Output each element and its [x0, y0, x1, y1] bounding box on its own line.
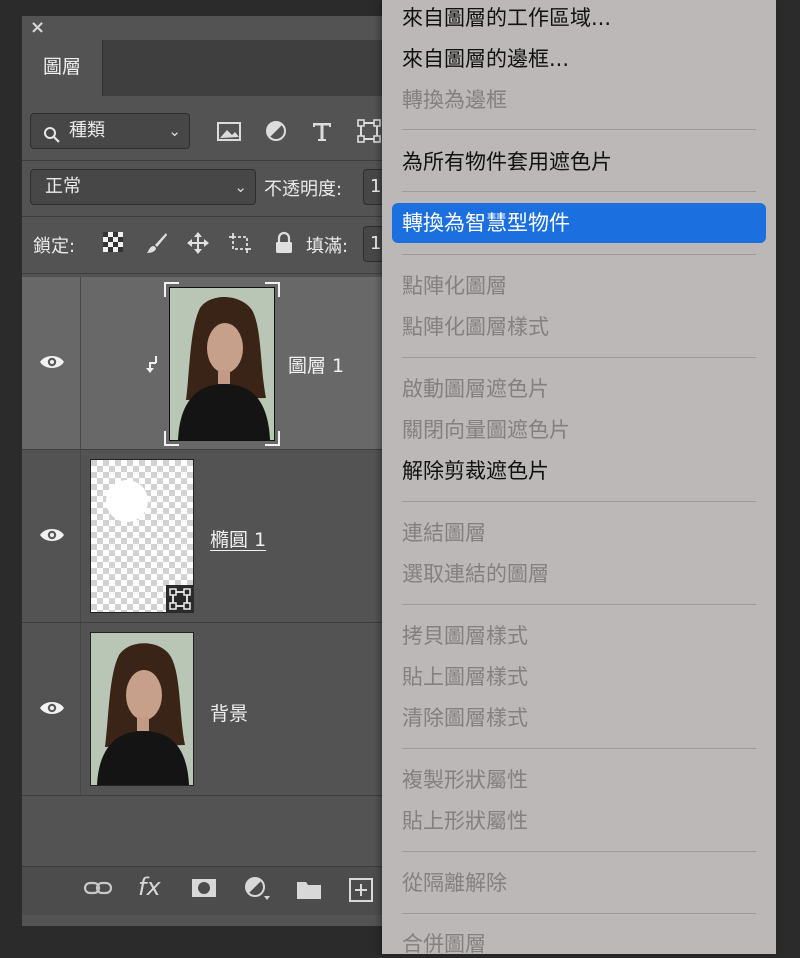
- layer-row-layer-1[interactable]: 圖層 1: [22, 277, 400, 450]
- layer-name[interactable]: 橢圓 1: [210, 525, 266, 552]
- menu-separator: [402, 913, 756, 914]
- menu-item-release-clipping-mask[interactable]: 解除剪裁遮色片: [402, 457, 549, 485]
- menu-item-rasterize-layer[interactable]: 點陣化圖層: [402, 272, 507, 300]
- menu-separator: [402, 851, 756, 852]
- layer-context-menu: 來自圖層的工作區域... 來自圖層的邊框... 轉換為邊框 為所有物件套用遮色片…: [382, 0, 776, 956]
- image-filter-icon[interactable]: [216, 118, 242, 144]
- divider: [22, 273, 400, 274]
- menu-item-frame-from-layers[interactable]: 來自圖層的邊框...: [402, 45, 569, 73]
- type-filter-icon[interactable]: [309, 118, 335, 144]
- eye-icon[interactable]: [39, 353, 65, 375]
- lock-transparent-pixels-icon[interactable]: [102, 231, 126, 255]
- close-panel-button[interactable]: ×: [30, 18, 45, 38]
- menu-separator: [402, 357, 756, 358]
- menu-separator: [402, 129, 756, 130]
- menu-item-copy-shape-attributes[interactable]: 複製形狀屬性: [402, 766, 528, 794]
- shape-filter-icon[interactable]: [356, 118, 382, 144]
- fill-label: 填滿:: [306, 236, 349, 257]
- lock-label: 鎖定:: [33, 236, 76, 257]
- menu-item-mask-all-objects[interactable]: 為所有物件套用遮色片: [402, 148, 612, 176]
- lock-artboard-icon[interactable]: [228, 231, 252, 255]
- menu-separator: [402, 604, 756, 605]
- chevron-down-icon: ⌄: [168, 122, 181, 140]
- search-icon: [43, 122, 61, 156]
- shape-layer-badge-icon: [166, 585, 194, 613]
- blend-mode-select[interactable]: 正常 ⌄: [30, 169, 256, 205]
- background-thumbnail: [90, 632, 194, 786]
- layer-name[interactable]: 背景: [210, 699, 248, 726]
- visibility-cell: [22, 450, 81, 622]
- menu-item-disable-vector-mask[interactable]: 關閉向量圖遮色片: [402, 416, 570, 444]
- layer-row-background[interactable]: 背景: [22, 623, 400, 796]
- eye-icon[interactable]: [39, 526, 65, 548]
- menu-item-clear-layer-style[interactable]: 清除圖層樣式: [402, 704, 528, 732]
- menu-separator: [402, 191, 756, 192]
- adjustment-filter-icon[interactable]: [263, 118, 289, 144]
- panel-tab-bar: 圖層: [22, 40, 400, 96]
- menu-separator: [402, 501, 756, 502]
- menu-item-rasterize-layer-style[interactable]: 點陣化圖層樣式: [402, 313, 549, 341]
- divider: [22, 216, 400, 217]
- opacity-label: 不透明度:: [264, 179, 343, 200]
- layer-name[interactable]: 圖層 1: [288, 351, 344, 378]
- layer-row-ellipse-1[interactable]: 橢圓 1: [22, 450, 400, 623]
- menu-item-enable-layer-mask[interactable]: 啟動圖層遮色片: [402, 375, 549, 403]
- group-folder-icon[interactable]: [296, 878, 322, 904]
- lock-image-pixels-icon[interactable]: [145, 231, 169, 255]
- menu-item-release-from-isolation[interactable]: 從隔離解除: [402, 869, 507, 897]
- clipping-arrow-icon: [146, 355, 160, 377]
- menu-item-convert-to-smart-object[interactable]: 轉換為智慧型物件: [392, 203, 766, 243]
- visibility-cell: [22, 623, 81, 795]
- selection-frame: [164, 282, 280, 446]
- menu-separator: [402, 748, 756, 749]
- menu-item-artboard-from-layers[interactable]: 來自圖層的工作區域...: [402, 4, 611, 32]
- menu-separator: [402, 254, 756, 255]
- lock-all-icon[interactable]: [272, 231, 296, 255]
- chevron-down-icon: ⌄: [234, 178, 247, 196]
- filter-kind-select[interactable]: 種類 ⌄: [30, 113, 190, 149]
- filter-kind-label: 種類: [69, 120, 105, 141]
- visibility-cell: [22, 277, 81, 449]
- adjustment-layer-icon[interactable]: [244, 876, 270, 906]
- menu-item-copy-layer-style[interactable]: 拷貝圖層樣式: [402, 622, 528, 650]
- eye-icon[interactable]: [39, 699, 65, 721]
- divider: [22, 160, 400, 161]
- blend-mode-value: 正常: [45, 176, 81, 197]
- menu-item-paste-shape-attributes[interactable]: 貼上形狀屬性: [402, 807, 528, 835]
- layer-mask-icon[interactable]: [191, 878, 217, 902]
- menu-item-link-layers[interactable]: 連結圖層: [402, 519, 486, 547]
- lock-position-icon[interactable]: [186, 231, 210, 255]
- menu-item-paste-layer-style[interactable]: 貼上圖層樣式: [402, 663, 528, 691]
- menu-item-convert-to-frame[interactable]: 轉換為邊框: [402, 86, 507, 114]
- new-layer-icon[interactable]: [349, 878, 373, 906]
- link-layers-icon[interactable]: [83, 878, 113, 902]
- tab-layers[interactable]: 圖層: [22, 40, 103, 96]
- fx-icon[interactable]: fx: [138, 873, 161, 901]
- menu-item-select-linked-layers[interactable]: 選取連結的圖層: [402, 560, 549, 588]
